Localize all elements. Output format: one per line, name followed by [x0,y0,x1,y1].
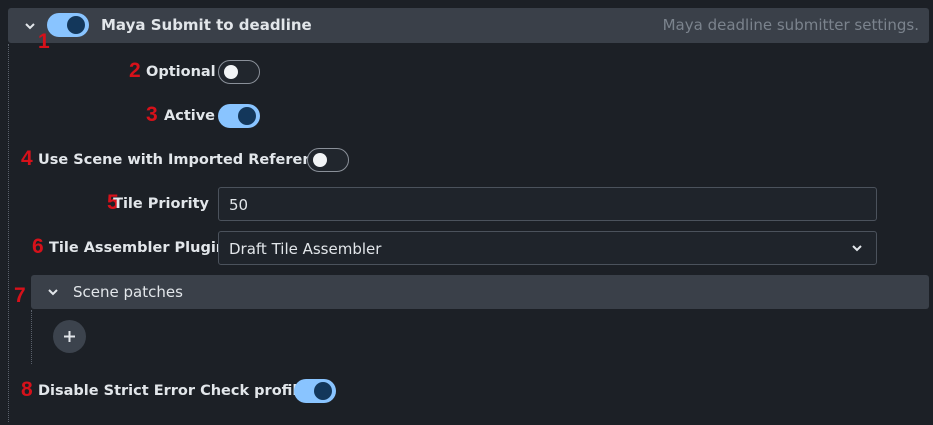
add-scene-patch-button[interactable] [53,320,86,353]
tile-assembler-label: Tile Assembler Plugin [49,240,227,256]
optional-label: Optional [146,64,216,80]
annotation-3: 3 [146,103,158,126]
toggle-knob [238,107,256,125]
section-header[interactable]: Maya Submit to deadline Maya deadline su… [8,8,929,43]
toggle-knob [67,16,85,34]
toggle-knob [314,382,332,400]
tile-priority-input[interactable]: 50 [218,187,877,221]
active-label: Active [164,108,216,124]
chevron-down-icon [850,241,864,255]
chevron-down-icon[interactable] [46,285,60,299]
active-toggle[interactable] [218,104,260,128]
settings-panel: Maya Submit to deadline Maya deadline su… [0,0,933,425]
annotation-2: 2 [129,59,141,82]
tile-assembler-select[interactable]: Draft Tile Assembler [218,231,877,265]
toggle-knob [224,65,238,79]
chevron-down-icon[interactable] [23,19,37,33]
section-description: Maya deadline submitter settings. [662,16,919,34]
annotation-1: 1 [38,30,50,53]
annotation-8: 8 [21,378,33,401]
scene-patches-title: Scene patches [73,283,183,301]
strict-error-toggle[interactable] [294,379,336,403]
tile-assembler-value: Draft Tile Assembler [229,240,382,258]
section-title: Maya Submit to deadline [101,16,312,34]
scene-patches-header[interactable]: Scene patches [31,275,929,309]
annotation-6: 6 [32,235,44,258]
annotation-4: 4 [21,147,33,170]
indent-guide [8,44,9,422]
strict-error-label: Disable Strict Error Check profiles [38,383,316,399]
indent-guide-sub [31,310,32,364]
toggle-knob [313,153,327,167]
use-scene-toggle[interactable] [307,148,349,172]
section-enabled-toggle[interactable] [47,13,89,37]
tile-priority-label: Tile Priority [113,196,209,212]
optional-toggle[interactable] [218,60,260,84]
annotation-7: 7 [14,284,26,307]
plus-icon [64,331,75,342]
use-scene-label: Use Scene with Imported Reference [38,152,332,168]
tile-priority-value: 50 [229,196,249,214]
